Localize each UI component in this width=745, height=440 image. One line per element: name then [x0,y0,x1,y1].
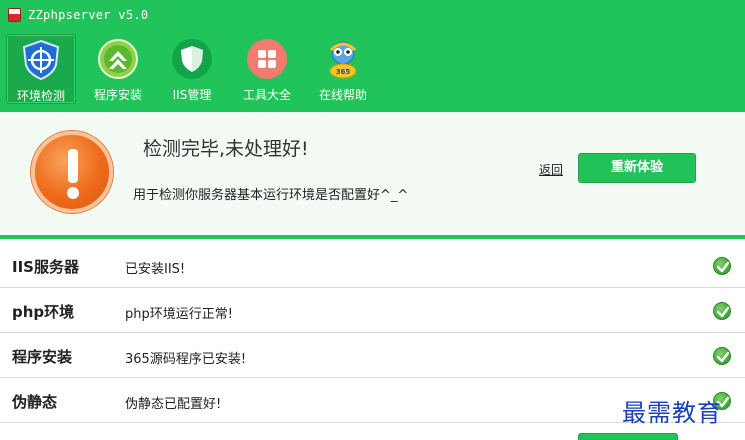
status-panel: 检测完毕,未处理好! 用于检测你服务器基本运行环境是否配置好^_^ 返回 重新体… [0,112,745,239]
retry-button[interactable]: 重新体验 [578,153,696,183]
toolbar-item-label: 程序安装 [93,88,142,102]
warning-exclamation-icon [31,131,113,213]
check-icon [713,302,731,320]
check-name: 伪静态 [12,393,58,411]
toolbar-item-label: 工具大全 [242,88,291,102]
toolbar-item-label: 在线帮助 [318,88,367,102]
shield-crosshair-icon [22,39,60,81]
mascot-help-icon: 365 [329,41,357,79]
check-message: 伪静态已配置好! [125,397,222,412]
grid-tools-icon [247,39,287,79]
check-name: IIS服务器 [12,258,79,276]
check-icon [713,257,731,275]
status-title: 检测完毕,未处理好! [143,138,309,160]
toolbar-item-program-install[interactable]: 程序安装 [83,34,153,104]
check-message: 365源码程序已安装! [125,352,247,367]
status-description: 用于检测你服务器基本运行环境是否配置好^_^ [133,188,409,203]
top-toolbar: ZZphpserver v5.0 环境检测 程序安装 IIS管理 工具大全 36… [0,0,745,112]
title-bar: ZZphpserver v5.0 [0,0,745,32]
shield-check-icon [172,39,212,79]
toolbar-item-tools[interactable]: 工具大全 [232,34,302,104]
bottom-action-button[interactable] [578,433,678,440]
check-row-program-install: 程序安装 365源码程序已安装! [0,333,745,378]
toolbar-item-iis-manage[interactable]: IIS管理 [157,34,227,104]
check-icon [713,347,731,365]
toolbar-item-environment-check[interactable]: 环境检测 [6,34,76,104]
check-name: php环境 [12,303,75,321]
toolbar-item-online-help[interactable]: 365 在线帮助 [308,34,378,104]
watermark-text: 最需教育 [622,399,722,427]
check-row-iis: IIS服务器 已安装IIS! [0,243,745,288]
toolbar-item-label: IIS管理 [172,88,212,102]
check-message: 已安装IIS! [125,262,186,277]
window-title: ZZphpserver v5.0 [28,8,149,22]
back-link[interactable]: 返回 [539,161,563,178]
toolbar-item-label: 环境检测 [16,89,65,103]
app-icon [8,8,21,22]
check-row-php: php环境 php环境运行正常! [0,288,745,333]
check-message: php环境运行正常! [125,307,233,322]
upgrade-arrow-icon [98,39,138,79]
check-name: 程序安装 [12,348,73,366]
svg-text:365: 365 [336,68,351,76]
